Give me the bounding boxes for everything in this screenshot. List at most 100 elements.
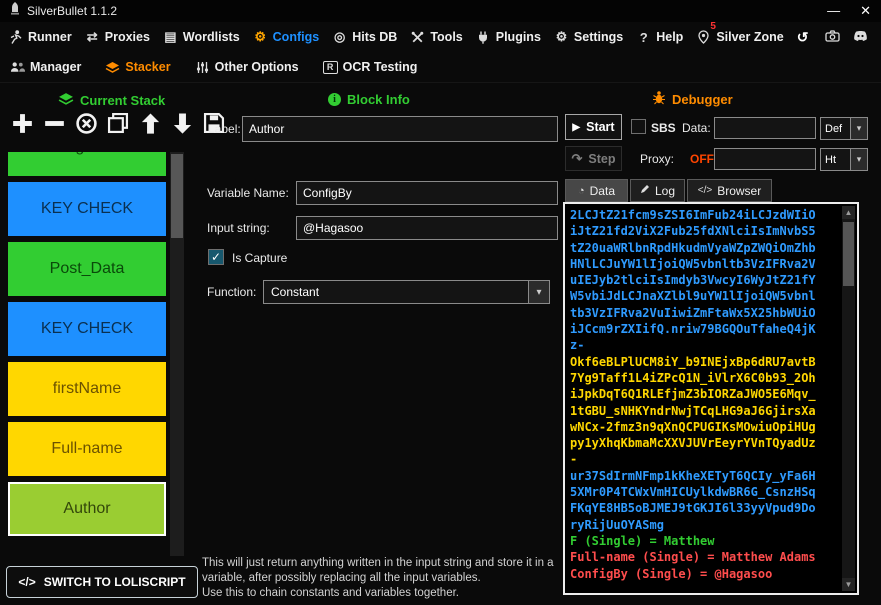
code-icon: </> <box>18 575 36 589</box>
log-scrollbar-thumb[interactable] <box>843 222 854 286</box>
menu-hits-db[interactable]: ◎ Hits DB <box>332 29 398 45</box>
data-input[interactable] <box>714 117 816 139</box>
help-icon: ? <box>639 29 648 45</box>
remove-block-button[interactable] <box>42 110 66 136</box>
switch-to-loliscript-label: SWITCH TO LOLISCRIPT <box>43 575 186 589</box>
tab-browser-label: Browser <box>717 183 762 198</box>
minimize-button[interactable]: — <box>827 0 840 22</box>
discord-icon[interactable] <box>853 29 870 45</box>
variable-name-input[interactable] <box>296 181 558 205</box>
close-button[interactable]: ✕ <box>860 0 871 22</box>
label-input[interactable] <box>242 116 558 142</box>
stack-block-keycheck-1[interactable]: KEY CHECK <box>8 182 166 236</box>
log-scrollbar[interactable]: ▲ ▼ <box>842 206 855 591</box>
menu-settings[interactable]: ⚙ Settings <box>554 29 624 45</box>
sbs-checkbox[interactable] <box>631 119 646 134</box>
data-label: Data: <box>682 121 711 135</box>
menu-tools[interactable]: Tools <box>410 30 463 45</box>
proxy-type-value: Ht <box>825 153 836 166</box>
menu-plugins[interactable]: Plugins <box>476 30 541 45</box>
input-string-label: Input string: <box>207 221 270 235</box>
hits-db-icon: ◎ <box>334 29 346 44</box>
proxy-label: Proxy: <box>640 152 675 166</box>
stack-layers-icon <box>58 92 74 109</box>
menu-runner-label: Runner <box>28 30 72 44</box>
submenu-stacker[interactable]: Stacker <box>105 60 171 75</box>
submenu-other-options[interactable]: Other Options <box>195 60 299 75</box>
move-down-button[interactable] <box>170 110 194 136</box>
variable-name-label: Variable Name: <box>207 186 289 200</box>
proxy-status[interactable]: OFF <box>690 152 714 166</box>
scroll-up-arrow[interactable]: ▲ <box>842 206 855 219</box>
menu-runner[interactable]: Runner <box>8 30 72 45</box>
silver-zone-badge: 5 <box>710 20 716 32</box>
info-icon: i <box>328 93 341 106</box>
stack-block-label: Post_Data <box>49 260 125 277</box>
add-block-button[interactable] <box>10 110 34 136</box>
camera-icon[interactable] <box>825 29 842 45</box>
sbs-label: SBS <box>651 121 676 135</box>
menu-right-icons: ↺ <box>797 29 881 45</box>
block-description: This will just return anything written i… <box>202 557 554 599</box>
debugger-title: Debugger <box>672 91 733 107</box>
current-stack-header: Current Stack <box>58 92 165 109</box>
label-field-label: Label: <box>208 122 241 136</box>
stack-block-fullname[interactable]: Full-name <box>8 422 166 476</box>
move-up-button[interactable] <box>138 110 162 136</box>
log-segment-captures: Full-name (Single) = Matthew Adams Confi… <box>570 550 816 581</box>
wordlist-type-value: Def <box>825 122 843 135</box>
silverbullet-window: SilverBullet 1.1.2 — ✕ Runner ⇄ Proxies … <box>0 0 881 605</box>
menu-help[interactable]: ? Help <box>636 29 684 45</box>
proxy-input[interactable] <box>714 148 816 170</box>
debugger-data-output[interactable]: 2LCJtZ21fcm9sZSI6ImFub24iLCJzdWIiO iJtZ2… <box>563 202 859 595</box>
proxy-type-combo[interactable]: Ht ▾ <box>820 148 868 171</box>
stack-block-keycheck-2[interactable]: KEY CHECK <box>8 302 166 356</box>
wordlist-type-combo[interactable]: Def ▾ <box>820 117 868 140</box>
tab-data-label: Data <box>589 183 615 198</box>
scroll-down-arrow[interactable]: ▼ <box>842 578 855 591</box>
menu-proxies[interactable]: ⇄ Proxies <box>85 29 150 45</box>
plugins-icon <box>476 30 491 45</box>
stack-block-post-data[interactable]: Post_Data <box>8 242 166 296</box>
block-info-header: i Block Info <box>328 92 410 107</box>
tab-browser[interactable]: </> Browser <box>687 179 772 202</box>
stack-block-label: Hagasoo <box>55 152 119 156</box>
menu-plugins-label: Plugins <box>495 30 541 44</box>
tab-data[interactable]: ◔ Data <box>565 179 628 202</box>
stack-scrollbar-thumb[interactable] <box>171 154 183 238</box>
stack-block-firstname[interactable]: firstName <box>8 362 166 416</box>
start-button[interactable]: ▶ Start <box>565 114 622 140</box>
history-icon[interactable]: ↺ <box>797 29 814 45</box>
block-info-title: Block Info <box>347 92 410 107</box>
window-controls: — ✕ <box>827 0 871 22</box>
disable-block-button[interactable] <box>74 110 98 136</box>
menu-wordlists[interactable]: ▤ Wordlists <box>163 29 239 45</box>
menu-hits-db-label: Hits DB <box>352 30 398 44</box>
function-label: Function: <box>207 285 257 299</box>
clone-block-button[interactable] <box>106 110 130 136</box>
input-string-input[interactable] <box>296 216 558 240</box>
stack-block-author-selected[interactable]: Author <box>8 482 166 536</box>
menu-silver-zone[interactable]: 5 Silver Zone <box>696 21 784 45</box>
is-capture-checkbox[interactable]: ✓ <box>208 249 224 265</box>
submenu-stacker-label: Stacker <box>125 60 171 74</box>
tab-log[interactable]: Log <box>630 179 685 202</box>
current-stack-title: Current Stack <box>80 93 166 108</box>
settings-gear-icon: ⚙ <box>555 29 568 44</box>
ocr-icon: R <box>322 60 338 74</box>
chevron-down-icon[interactable]: ▾ <box>528 281 549 303</box>
submenu-manager[interactable]: Manager <box>10 60 81 75</box>
step-arrow-icon: ↷ <box>571 150 583 166</box>
chevron-down-icon[interactable]: ▾ <box>850 149 867 170</box>
chevron-down-icon[interactable]: ▾ <box>850 118 867 139</box>
step-button[interactable]: ↷ Step <box>565 146 622 171</box>
switch-to-loliscript-button[interactable]: </> SWITCH TO LOLISCRIPT <box>6 566 198 598</box>
sub-menu: Manager Stacker Other Options R OCR Test… <box>0 52 881 83</box>
stack-block-label: KEY CHECK <box>40 200 134 217</box>
function-select[interactable]: Constant ▾ <box>263 280 550 304</box>
stack-scrollbar[interactable] <box>170 152 184 556</box>
stack-block-partial[interactable]: Hagasoo <box>8 152 166 176</box>
submenu-ocr-testing[interactable]: R OCR Testing <box>322 60 417 74</box>
submenu-other-options-label: Other Options <box>214 60 299 74</box>
menu-configs[interactable]: ⚙ Configs <box>253 29 319 45</box>
